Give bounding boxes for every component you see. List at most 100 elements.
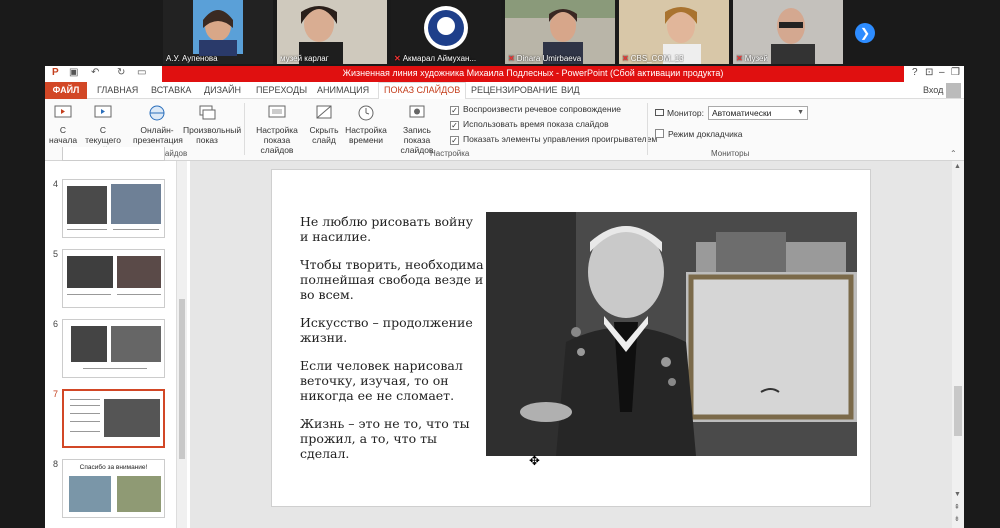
redo-icon[interactable]: ↻ bbox=[117, 67, 125, 78]
undo-icon[interactable]: ↶ bbox=[91, 67, 99, 78]
online-presentation-button[interactable]: Онлайн-презентация bbox=[133, 103, 183, 145]
scrollbar-thumb[interactable] bbox=[179, 299, 185, 459]
next-slide-icon[interactable]: ⇟ bbox=[954, 515, 960, 523]
save-icon[interactable]: ▣ bbox=[69, 67, 78, 78]
group-label-monitors: Мониторы bbox=[711, 149, 750, 158]
checkbox-checked-icon: ✓ bbox=[450, 121, 459, 130]
tab-view[interactable]: ВИД bbox=[561, 85, 580, 95]
mic-muted-icon: ✕ bbox=[736, 54, 743, 63]
from-beginning-button[interactable]: С начала bbox=[49, 103, 77, 145]
quote: Искусство – продолжение жизни. bbox=[300, 315, 473, 345]
tab-file[interactable]: ФАЙЛ bbox=[45, 82, 87, 99]
tab-animation[interactable]: АНИМАЦИЯ bbox=[317, 85, 369, 95]
presenter-view-checkbox[interactable]: Режим докладчика bbox=[655, 129, 743, 139]
custom-show-button[interactable]: Произвольный показ bbox=[183, 103, 241, 145]
hide-slide-icon bbox=[316, 105, 332, 119]
ribbon-options-icon[interactable]: ⊡ bbox=[925, 67, 933, 78]
setup-slideshow-icon bbox=[268, 105, 286, 118]
record-slideshow-button[interactable]: Запись показа слайдов bbox=[389, 103, 445, 155]
thumbnail-caption bbox=[117, 294, 161, 295]
title-bar: P ▣ ↶ ↻ ▭ Жизненная линия художника Миха… bbox=[45, 66, 964, 82]
slide-quotes[interactable]: Не люблю рисовать войну и насилие. Чтобы… bbox=[300, 214, 485, 474]
slide-thumbnail[interactable]: Спасибо за внимание! bbox=[62, 459, 165, 518]
slide-thumbnail-selected[interactable] bbox=[62, 389, 165, 448]
clock-icon bbox=[358, 105, 374, 121]
ribbon-separator bbox=[647, 103, 648, 155]
checkbox-unchecked-icon bbox=[655, 129, 664, 138]
participant-tile[interactable]: А.У. Аупенова bbox=[163, 0, 273, 64]
quote: Если человек нарисовал веточку, изучая, … bbox=[300, 358, 463, 403]
participant-name: музей карлаг bbox=[280, 54, 329, 63]
powerpoint-window: P ▣ ↶ ↻ ▭ Жизненная линия художника Миха… bbox=[45, 66, 964, 528]
chevron-down-icon: ▼ bbox=[797, 109, 804, 116]
from-current-slide-icon bbox=[94, 105, 112, 118]
tab-transitions[interactable]: ПЕРЕХОДЫ bbox=[256, 85, 307, 95]
slide-number: 7 bbox=[53, 389, 59, 399]
checkbox-checked-icon: ✓ bbox=[450, 106, 459, 115]
slide-scrollbar[interactable]: ▲ ▼ ⇞ ⇟ bbox=[952, 161, 964, 528]
monitor-label: Монитор: bbox=[655, 108, 704, 118]
previous-slide-icon[interactable]: ⇞ bbox=[954, 503, 960, 511]
thumbnail-photo bbox=[111, 184, 161, 224]
scrollbar-thumb[interactable] bbox=[954, 386, 962, 436]
artist-photo[interactable] bbox=[486, 212, 857, 456]
monitor-select[interactable]: Автоматически ▼ bbox=[708, 106, 808, 120]
slide-thumbnail[interactable] bbox=[62, 319, 165, 378]
hide-slide-button[interactable]: Скрыть слайд bbox=[309, 103, 339, 145]
slide-thumbnails-pane: 4 5 6 7 8 Спасибо за внимание! bbox=[45, 147, 177, 528]
slide-thumbnail[interactable] bbox=[62, 179, 165, 238]
thumbnail-photo bbox=[117, 256, 161, 288]
setup-slideshow-button[interactable]: Настройка показа слайдов bbox=[247, 103, 307, 155]
thumbnail-caption bbox=[113, 229, 159, 230]
tab-insert[interactable]: ВСТАВКА bbox=[151, 85, 191, 95]
mic-muted-icon: ✕ bbox=[508, 54, 515, 63]
artist-photo-image bbox=[486, 212, 857, 456]
scroll-down-icon[interactable]: ▼ bbox=[954, 491, 961, 498]
mic-muted-icon: ✕ bbox=[394, 54, 401, 63]
help-button[interactable]: ? bbox=[912, 67, 918, 78]
start-slideshow-icon[interactable]: ▭ bbox=[137, 67, 146, 78]
tab-design[interactable]: ДИЗАЙН bbox=[204, 85, 241, 95]
participant-name: ✕ Акмарал Аймухан... bbox=[394, 54, 477, 63]
thumbnail-caption bbox=[67, 229, 107, 230]
thumbnail-photo bbox=[111, 326, 161, 362]
thumbnail-title: Спасибо за внимание! bbox=[79, 464, 148, 471]
thumbnail-text bbox=[70, 431, 100, 432]
participant-tile[interactable]: ✕ Dinara Umirbaeva bbox=[505, 0, 615, 64]
ribbon: С начала С текущего слайда Онлайн-презен… bbox=[45, 99, 964, 161]
media-controls-checkbox[interactable]: ✓ Показать элементы управления проигрыват… bbox=[450, 134, 657, 145]
online-presentation-icon bbox=[149, 105, 165, 121]
collapse-ribbon-icon[interactable]: ⌃ bbox=[950, 149, 957, 158]
current-slide[interactable]: Не люблю рисовать войну и насилие. Чтобы… bbox=[271, 169, 871, 507]
participant-tile[interactable]: ✕ CBS_COM_13 bbox=[619, 0, 729, 64]
powerpoint-logo-icon: P bbox=[52, 67, 59, 78]
user-avatar[interactable] bbox=[946, 83, 961, 98]
participant-tile[interactable]: ✕ Музей bbox=[733, 0, 843, 64]
tab-home[interactable]: ГЛАВНАЯ bbox=[97, 85, 138, 95]
rehearse-timings-button[interactable]: Настройка времени bbox=[345, 103, 387, 145]
thumbnails-scrollbar[interactable] bbox=[177, 161, 187, 528]
thumbnail-text bbox=[70, 421, 100, 422]
next-participants-button[interactable]: ❯ bbox=[855, 23, 875, 43]
minimize-icon[interactable]: – bbox=[939, 67, 945, 78]
record-icon bbox=[409, 105, 425, 118]
thumbnail-photo bbox=[67, 186, 107, 224]
use-timings-checkbox[interactable]: ✓ Использовать время показа слайдов bbox=[450, 119, 609, 130]
thumbnail-text bbox=[70, 399, 100, 400]
sign-in-link[interactable]: Вход bbox=[923, 85, 943, 95]
participant-tile[interactable]: ✕ Акмарал Аймухан... bbox=[391, 0, 501, 64]
tab-review[interactable]: РЕЦЕНЗИРОВАНИЕ bbox=[471, 85, 558, 95]
quote: Жизнь – это не то, что ты прожил, а то, … bbox=[300, 416, 470, 461]
thumbnail-text bbox=[70, 405, 100, 406]
restore-icon[interactable]: ❐ bbox=[951, 67, 960, 78]
slide-thumbnail[interactable] bbox=[62, 147, 165, 161]
quote: Не люблю рисовать войну и насилие. bbox=[300, 214, 474, 244]
thumbnail-text bbox=[70, 413, 100, 414]
thumbnail-caption bbox=[83, 368, 147, 369]
scroll-up-icon[interactable]: ▲ bbox=[954, 163, 961, 170]
tab-slideshow[interactable]: ПОКАЗ СЛАЙДОВ bbox=[378, 82, 467, 99]
participant-tile[interactable]: музей карлаг bbox=[277, 0, 387, 64]
narration-checkbox[interactable]: ✓ Воспроизвести речевое сопровождение bbox=[450, 104, 621, 115]
participant-name: ✕ Dinara Umirbaeva bbox=[508, 54, 582, 63]
slide-thumbnail[interactable] bbox=[62, 249, 165, 308]
